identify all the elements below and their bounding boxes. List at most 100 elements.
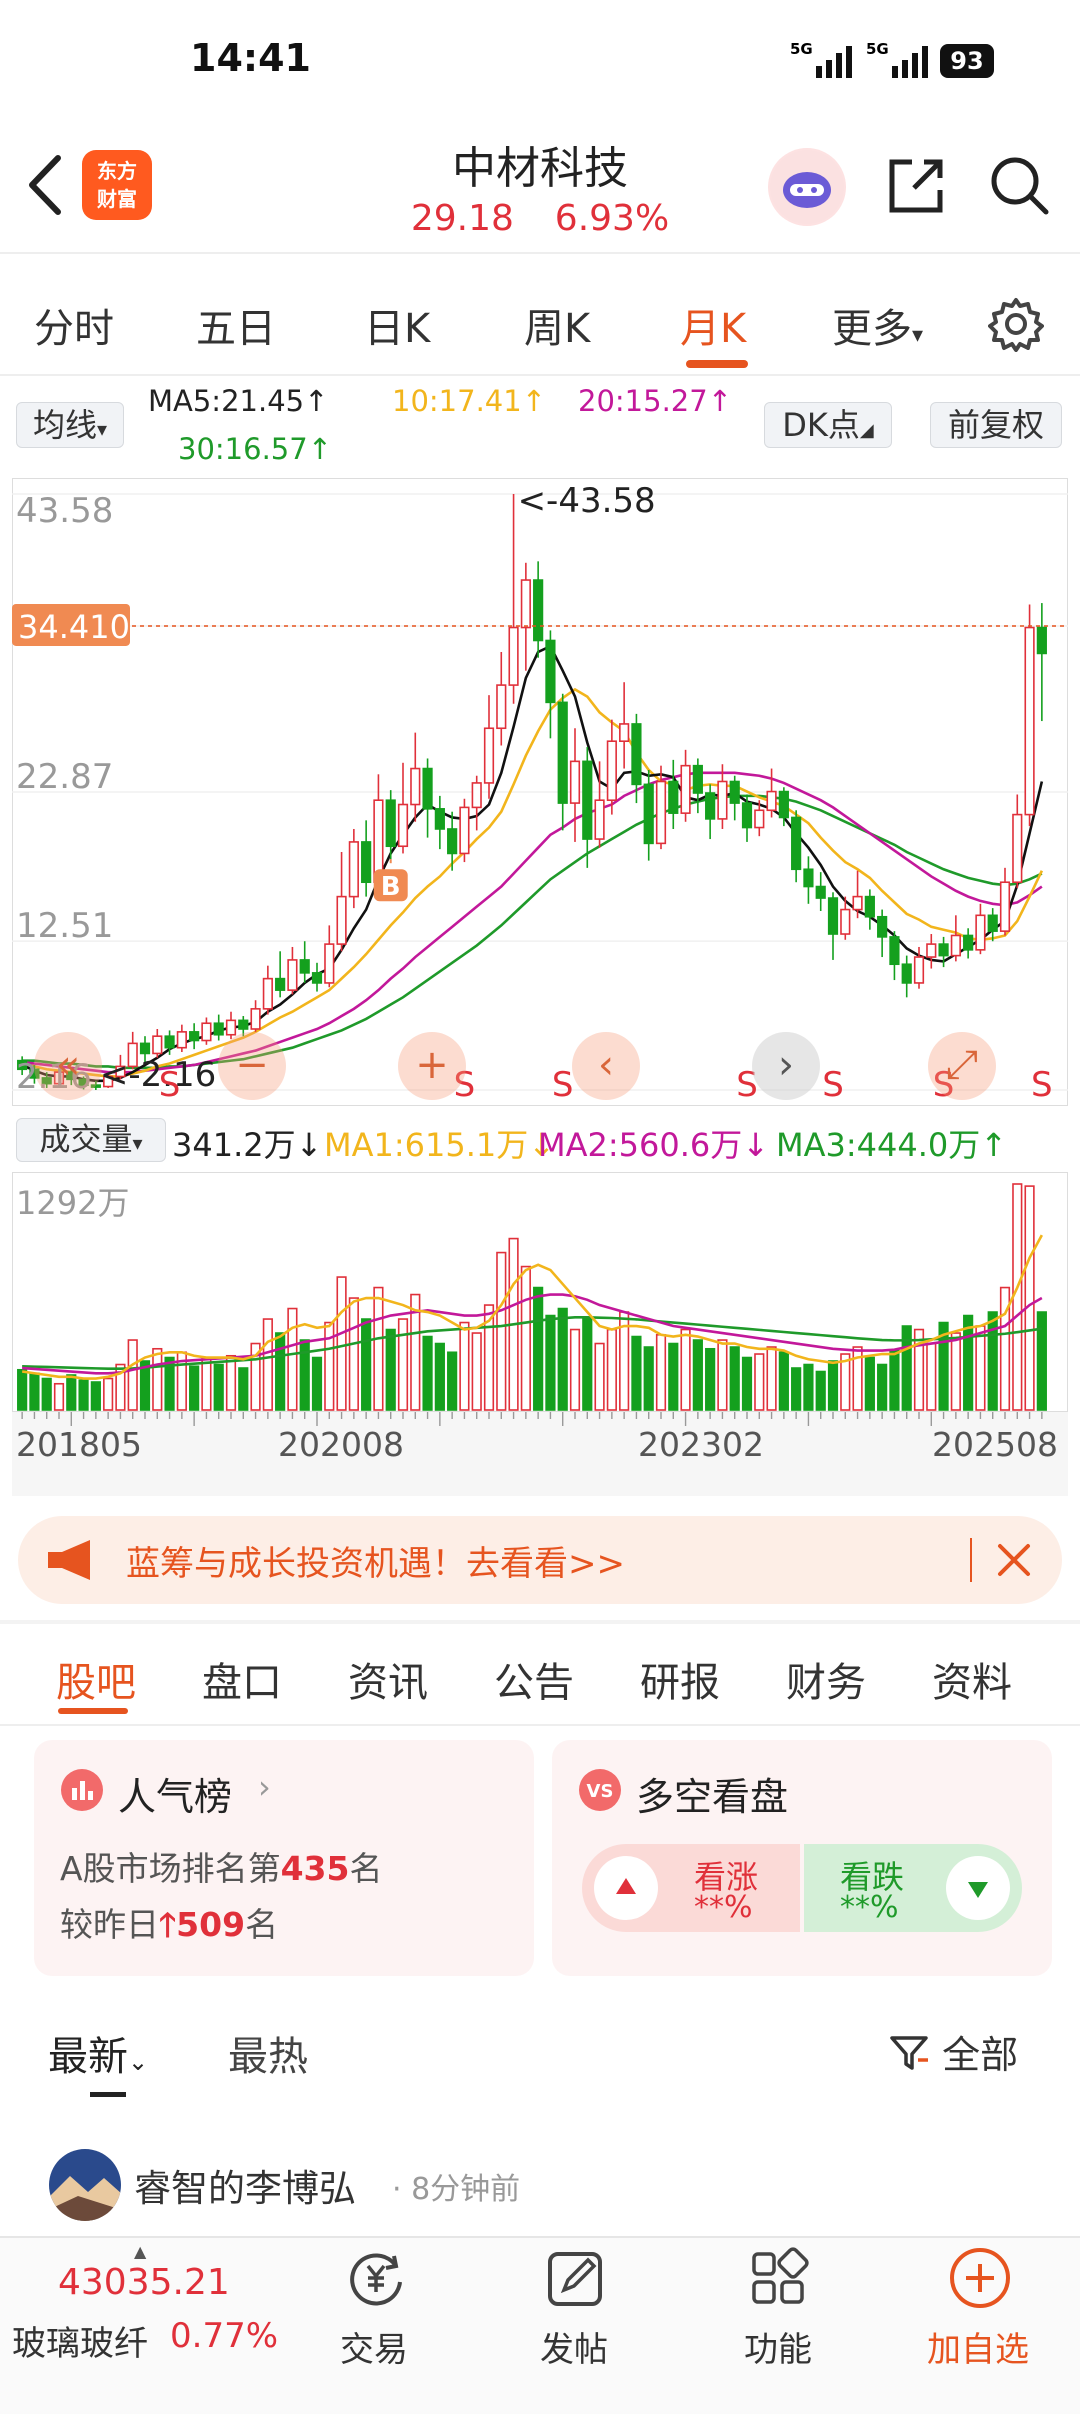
- volume-bar: [680, 1328, 691, 1411]
- trade-yuan-icon[interactable]: [344, 2246, 408, 2310]
- tab-research[interactable]: 研报: [640, 1650, 720, 1708]
- nav-functions[interactable]: 功能: [718, 2322, 838, 2371]
- volume-current: 341.2万↓: [172, 1126, 323, 1164]
- search-icon[interactable]: [986, 152, 1052, 218]
- candle-body: [827, 897, 839, 935]
- candle-body: [176, 1031, 187, 1049]
- index-value[interactable]: 43035.21: [58, 2262, 230, 2303]
- sell-marker[interactable]: S: [822, 1065, 844, 1105]
- popularity-card[interactable]: 人气榜 › A股市场排名第435名 较昨日🡑509名: [34, 1740, 534, 1976]
- fullscreen-icon[interactable]: ⤢: [928, 1032, 996, 1100]
- candle-body: [606, 740, 617, 802]
- candle-body: [926, 943, 937, 958]
- tab-news[interactable]: 资讯: [348, 1650, 428, 1708]
- nav-post[interactable]: 发帖: [514, 2322, 634, 2371]
- volume-ma3: MA3:444.0万↑: [776, 1126, 1008, 1164]
- candle-body: [311, 972, 323, 984]
- sell-marker[interactable]: S: [159, 1065, 181, 1105]
- tab-weekly-k[interactable]: 周K: [524, 296, 590, 354]
- chevron-right-icon: ›: [258, 1768, 271, 1806]
- ai-assistant-icon[interactable]: [768, 148, 846, 226]
- candle-body: [1012, 813, 1023, 884]
- volume-bar: [496, 1251, 507, 1411]
- volume-bar: [287, 1307, 298, 1411]
- bear-button[interactable]: 看跌 **%: [804, 1844, 1022, 1932]
- ma-select[interactable]: 均线▾: [16, 402, 124, 448]
- volume-bar: [41, 1377, 52, 1411]
- volume-bar: [717, 1339, 728, 1411]
- add-circle-icon[interactable]: [946, 2244, 1014, 2312]
- tab-forum[interactable]: 股吧: [56, 1650, 136, 1708]
- svg-text:‹: ‹: [598, 1042, 614, 1088]
- zoom-out-icon[interactable]: −: [218, 1032, 286, 1100]
- sell-marker[interactable]: S: [552, 1065, 574, 1105]
- tab-profile[interactable]: 资料: [932, 1650, 1012, 1708]
- triangle-up-icon: [594, 1856, 658, 1920]
- candle-body: [852, 895, 863, 911]
- post-author[interactable]: 睿智的李博弘: [134, 2158, 356, 2212]
- svg-text:VS: VS: [587, 1781, 614, 1802]
- svg-text:⤢: ⤢: [946, 1042, 978, 1088]
- candlestick-chart[interactable]: 43.5822.8712.512.1634.410<-43.58<-2.16BS…: [12, 478, 1068, 1106]
- volume-bar: [422, 1335, 433, 1411]
- compose-icon[interactable]: [544, 2246, 608, 2310]
- volume-bar: [29, 1372, 40, 1411]
- apps-grid-icon[interactable]: [746, 2246, 810, 2310]
- ma5-label: MA5:21.45↑: [148, 384, 329, 418]
- nav-trade[interactable]: 交易: [314, 2322, 434, 2371]
- candle-body: [938, 943, 949, 957]
- feed-tab-hot[interactable]: 最热: [228, 2024, 308, 2082]
- dk-select[interactable]: DK点◢: [764, 402, 892, 448]
- user-avatar[interactable]: [48, 2148, 122, 2222]
- candle-body: [508, 626, 519, 686]
- close-icon[interactable]: [990, 1536, 1038, 1584]
- left-icon[interactable]: ‹: [572, 1032, 640, 1100]
- volume-chart[interactable]: 1292万: [12, 1172, 1068, 1412]
- tab-five-day[interactable]: 五日: [196, 296, 276, 354]
- share-icon[interactable]: [884, 152, 950, 218]
- volume-bar: [90, 1381, 101, 1411]
- candle-body: [668, 780, 679, 814]
- back-icon[interactable]: [22, 150, 72, 220]
- candle-body: [643, 783, 654, 845]
- candle-body: [889, 936, 900, 966]
- volume-bar: [311, 1356, 323, 1411]
- signal-icon: 5G: [790, 40, 852, 78]
- candle-body: [533, 579, 544, 642]
- signal-icon-2: 5G: [866, 40, 928, 78]
- bull-button[interactable]: 看涨 **%: [582, 1844, 800, 1932]
- banner-separator: [970, 1538, 972, 1582]
- volume-bar: [545, 1314, 556, 1411]
- settings-gear-icon[interactable]: [988, 296, 1044, 352]
- sentiment-card[interactable]: VS 多空看盘 看涨 **% 看跌 **%: [552, 1740, 1052, 1976]
- candle-body: [287, 959, 298, 991]
- banner-text[interactable]: 蓝筹与成长投资机遇！去看看>>: [126, 1536, 625, 1585]
- index-name[interactable]: 玻璃玻纤: [12, 2316, 148, 2365]
- tab-market-depth[interactable]: 盘口: [202, 1650, 282, 1708]
- tab-finance[interactable]: 财务: [786, 1650, 866, 1708]
- tab-monthly-k[interactable]: 月K: [680, 296, 746, 354]
- sell-marker[interactable]: S: [1031, 1065, 1053, 1105]
- ma10-label: 10:17.41↑: [392, 384, 546, 418]
- tab-minute[interactable]: 分时: [34, 296, 114, 354]
- candle-body: [729, 780, 740, 804]
- volume-bar: [594, 1342, 605, 1411]
- adjust-select[interactable]: 前复权: [930, 402, 1062, 448]
- candle-body: [619, 723, 630, 743]
- candle-body: [975, 914, 986, 951]
- index-change[interactable]: 0.77%: [170, 2316, 278, 2356]
- tab-more[interactable]: 更多▾: [832, 296, 923, 354]
- double-left-icon[interactable]: «: [34, 1032, 102, 1100]
- feed-filter[interactable]: 全部: [888, 2024, 1018, 2079]
- candle-body: [705, 792, 716, 820]
- right-icon[interactable]: ›: [752, 1032, 820, 1100]
- tab-announcements[interactable]: 公告: [494, 1650, 574, 1708]
- zoom-in-icon[interactable]: +: [398, 1032, 466, 1100]
- y-tick-label: 43.58: [16, 491, 113, 531]
- feed-tab-latest[interactable]: 最新⌄: [48, 2024, 148, 2082]
- nav-add-watchlist[interactable]: 加自选: [918, 2322, 1038, 2371]
- volume-bar: [385, 1328, 396, 1411]
- volume-indicator-select[interactable]: 成交量▾: [16, 1118, 166, 1162]
- promo-banner[interactable]: 蓝筹与成长投资机遇！去看看>>: [18, 1516, 1062, 1604]
- tab-daily-k[interactable]: 日K: [364, 296, 430, 354]
